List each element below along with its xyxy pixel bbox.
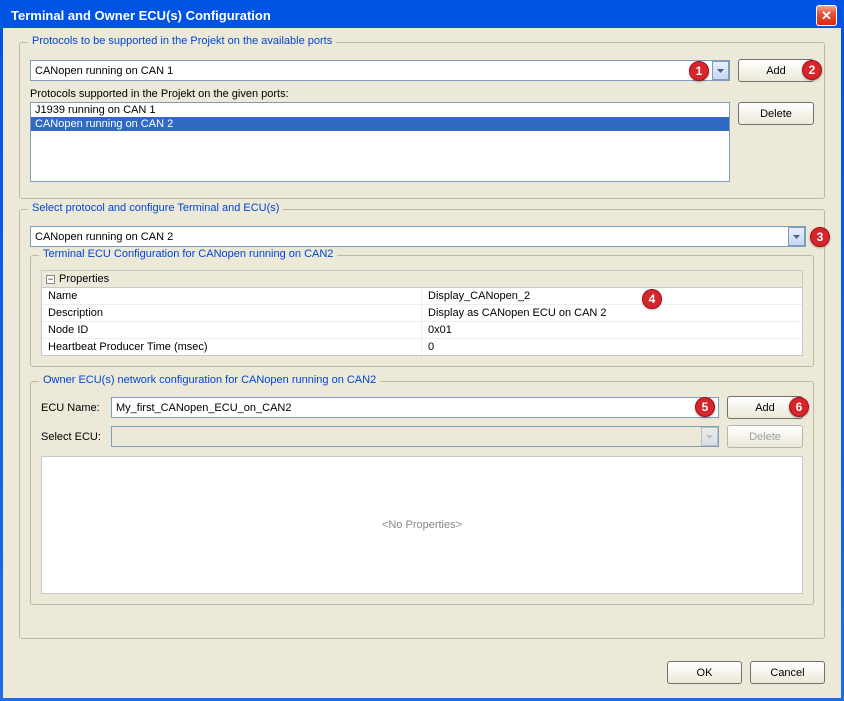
close-icon: ✕ [821,8,832,24]
close-button[interactable]: ✕ [816,5,837,26]
properties-header: − Properties [42,271,802,288]
owner-ecu-groupbox: Owner ECU(s) network configuration for C… [30,381,814,605]
ecu-name-input[interactable] [111,397,719,418]
property-value[interactable]: 0x01 [422,322,802,338]
window-title: Terminal and Owner ECU(s) Configuration [7,8,816,23]
client-area: Protocols to be supported in the Projekt… [3,28,841,698]
protocols-groupbox: Protocols to be supported in the Projekt… [19,42,825,199]
no-properties-text: <No Properties> [382,519,462,531]
no-properties-panel: <No Properties> [41,456,803,594]
property-key: Node ID [42,322,422,338]
terminal-ecu-groupbox: Terminal ECU Configuration for CANopen r… [30,255,814,367]
list-item[interactable]: J1939 running on CAN 1 [31,103,729,117]
property-row[interactable]: Heartbeat Producer Time (msec)0 [42,339,802,355]
dialog-window: Terminal and Owner ECU(s) Configuration … [0,0,844,701]
property-key: Heartbeat Producer Time (msec) [42,339,422,355]
protocols-group-label: Protocols to be supported in the Projekt… [28,35,336,47]
properties-grid: − Properties NameDisplay_CANopen_2Descri… [41,270,803,356]
config-groupbox: Select protocol and configure Terminal a… [19,209,825,639]
delete-ecu-button: Delete [727,425,803,448]
badge-3: 3 [810,227,830,247]
dialog-buttons: OK Cancel [667,661,825,684]
list-item[interactable]: CANopen running on CAN 2 [31,117,729,131]
property-row[interactable]: Node ID0x01 [42,322,802,339]
delete-protocol-button[interactable]: Delete [738,102,814,125]
owner-ecu-group-label: Owner ECU(s) network configuration for C… [39,374,380,386]
config-group-label: Select protocol and configure Terminal a… [28,202,283,214]
badge-1: 1 [689,61,709,81]
terminal-ecu-group-label: Terminal ECU Configuration for CANopen r… [39,248,337,260]
protocol-port-combo[interactable]: CANopen running on CAN 1 1 [30,60,730,81]
collapse-icon[interactable]: − [46,275,55,284]
badge-2: 2 [802,60,822,80]
badge-5: 5 [695,397,715,417]
protocol-port-combo-text: CANopen running on CAN 1 [31,65,712,77]
titlebar: Terminal and Owner ECU(s) Configuration … [3,3,841,28]
supported-protocols-label: Protocols supported in the Projekt on th… [30,88,814,100]
select-protocol-combo[interactable]: CANopen running on CAN 2 [30,226,806,247]
property-row[interactable]: DescriptionDisplay as CANopen ECU on CAN… [42,305,802,322]
supported-protocols-list[interactable]: J1939 running on CAN 1CANopen running on… [30,102,730,182]
chevron-down-icon[interactable] [788,227,805,246]
property-value[interactable]: 0 [422,339,802,355]
property-row[interactable]: NameDisplay_CANopen_2 [42,288,802,305]
ok-button[interactable]: OK [667,661,742,684]
chevron-down-icon [701,427,718,446]
properties-header-text: Properties [59,273,109,285]
select-ecu-combo [111,426,719,447]
property-key: Description [42,305,422,321]
badge-6: 6 [789,397,809,417]
property-key: Name [42,288,422,304]
select-protocol-combo-text: CANopen running on CAN 2 [31,231,788,243]
cancel-button[interactable]: Cancel [750,661,825,684]
select-ecu-label: Select ECU: [41,431,103,443]
badge-4: 4 [642,289,662,309]
chevron-down-icon[interactable] [712,61,729,80]
property-value[interactable]: Display_CANopen_2 [422,288,802,304]
ecu-name-label: ECU Name: [41,402,103,414]
property-value[interactable]: Display as CANopen ECU on CAN 2 [422,305,802,321]
